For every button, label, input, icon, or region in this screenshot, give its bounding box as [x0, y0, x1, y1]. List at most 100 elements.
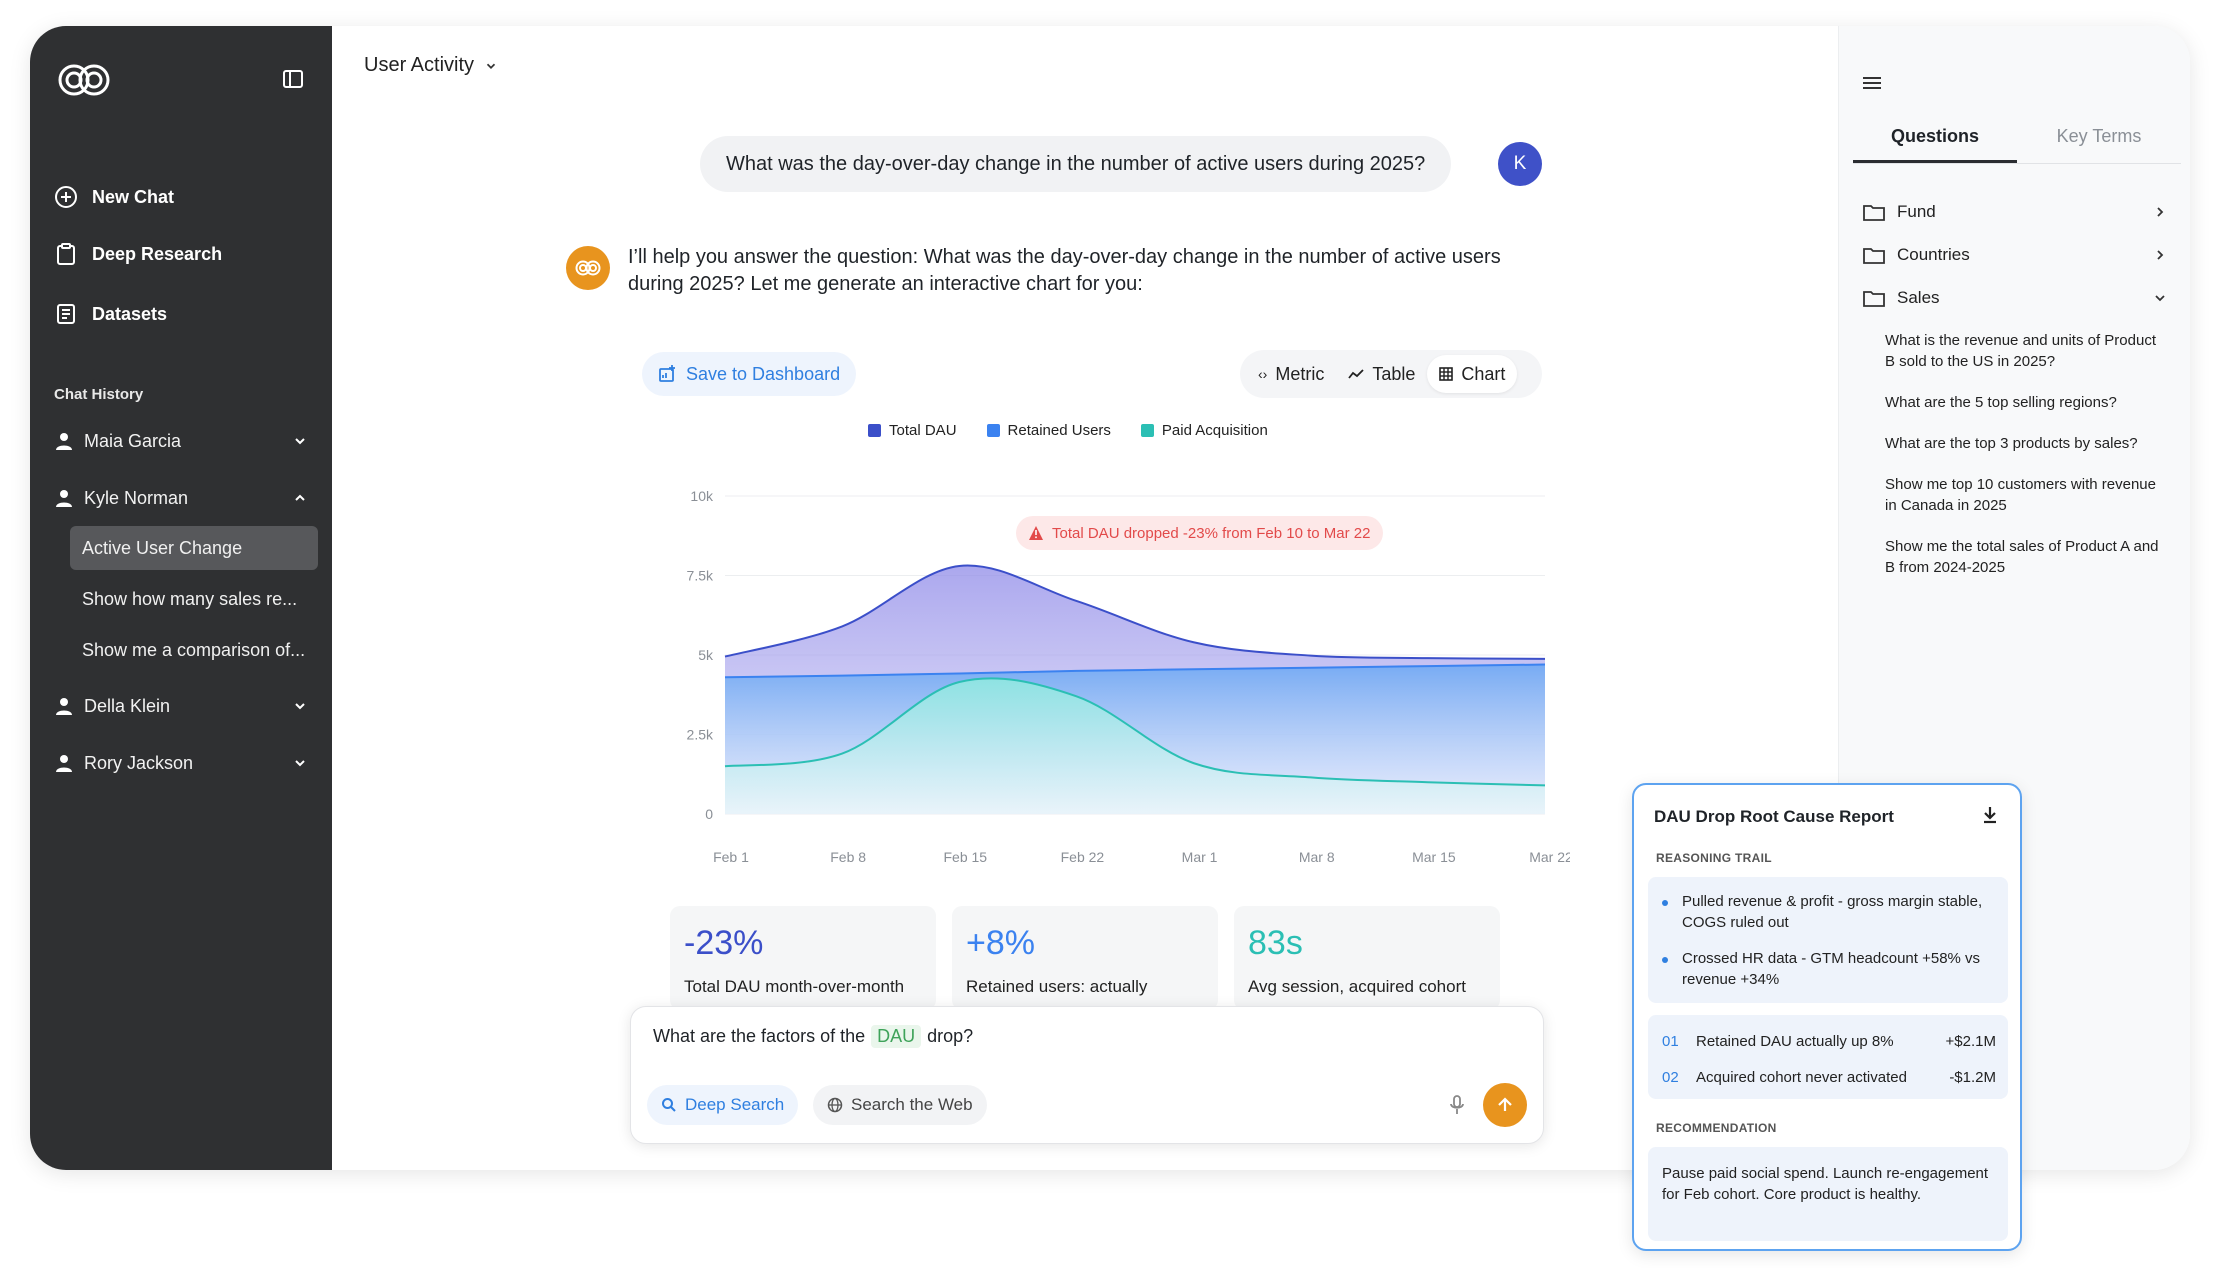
reasoning-item: Crossed HR data - GTM headcount +58% vs …	[1662, 948, 1988, 990]
person-icon	[56, 433, 72, 450]
view-metric-button[interactable]: ‹› Metric	[1246, 355, 1336, 393]
send-button[interactable]	[1483, 1083, 1527, 1127]
sidebar-toggle-icon[interactable]	[282, 68, 304, 90]
chevron-right-icon	[2157, 207, 2164, 217]
x-tick-label: Mar 8	[1299, 849, 1335, 865]
globe-icon	[827, 1097, 843, 1113]
chevron-right-icon	[2157, 250, 2164, 260]
finding-number: 01	[1662, 1033, 1679, 1050]
pill-label: Deep Search	[685, 1095, 785, 1114]
person-icon	[56, 490, 72, 507]
view-chart-button[interactable]: Chart	[1427, 355, 1518, 393]
legend-item-paid-acquisition[interactable]: Paid Acquisition	[1140, 422, 1268, 439]
history-user-rory[interactable]: Rory Jackson	[54, 746, 308, 780]
nav-datasets[interactable]: Datasets	[54, 297, 167, 331]
chat-input-box[interactable]: What are the factors of the DAU drop? De…	[630, 1006, 1544, 1144]
x-tick-label: Feb 15	[943, 849, 987, 865]
y-tick-label: 10k	[690, 488, 714, 504]
recommendation-title: RECOMMENDATION	[1656, 1121, 1777, 1135]
root-cause-report-card: DAU Drop Root Cause Report REASONING TRA…	[1632, 783, 2022, 1251]
assistant-message: I’ll help you answer the question: What …	[628, 246, 1501, 295]
history-user-della[interactable]: Della Klein	[54, 689, 308, 723]
folder-countries[interactable]: Countries	[1863, 241, 2167, 269]
user-name: Rory Jackson	[84, 752, 194, 773]
search-web-button[interactable]: Search the Web	[813, 1085, 987, 1125]
history-chat-sales[interactable]: Show how many sales re...	[70, 577, 318, 621]
deep-search-button[interactable]: Deep Search	[647, 1085, 799, 1125]
input-highlight-term: DAU	[871, 1025, 922, 1048]
finding-text: Acquired cohort never activated	[1696, 1069, 1907, 1086]
assistant-avatar-icon	[566, 246, 610, 290]
history-chat-active-user-change[interactable]: Active User Change	[70, 526, 318, 570]
user-message: What was the day-over-day change in the …	[700, 136, 1452, 192]
reasoning-box: Pulled revenue & profit - gross margin s…	[1648, 877, 2008, 1003]
history-chat-comparison[interactable]: Show me a comparison of...	[70, 628, 318, 672]
nav-label: Deep Research	[92, 243, 223, 264]
question-item[interactable]: Show me top 10 customers with revenue in…	[1885, 474, 2165, 516]
folder-icon	[1863, 291, 1885, 307]
code-icon: ‹›	[1258, 366, 1268, 382]
x-tick-label: Mar 1	[1182, 849, 1218, 865]
pill-label: Search the Web	[851, 1095, 973, 1114]
metric-card-retained[interactable]: +8% Retained users: actually	[952, 906, 1218, 1010]
microphone-icon[interactable]	[1445, 1093, 1469, 1117]
legend-item-retained-users[interactable]: Retained Users	[986, 422, 1111, 439]
logo-icon[interactable]	[54, 60, 114, 100]
x-tick-label: Feb 1	[713, 849, 749, 865]
tab-key-terms[interactable]: Key Terms	[2017, 120, 2181, 163]
folder-label: Sales	[1897, 288, 1940, 307]
y-tick-label: 7.5k	[687, 568, 714, 584]
person-icon	[56, 755, 72, 772]
tab-questions[interactable]: Questions	[1853, 120, 2017, 163]
question-item[interactable]: What is the revenue and units of Product…	[1885, 330, 2165, 372]
metric-value: 83s	[1248, 924, 1303, 962]
question-item[interactable]: What are the top 3 products by sales?	[1885, 433, 2165, 454]
input-text: What are the factors of the	[653, 1026, 866, 1046]
folder-icon	[1863, 205, 1885, 221]
metric-label: Avg session, acquired cohort	[1248, 977, 1466, 996]
nav-new-chat[interactable]: New Chat	[54, 180, 174, 214]
save-to-dashboard-button[interactable]: Save to Dashboard	[642, 352, 857, 396]
question-item[interactable]: Show me the total sales of Product A and…	[1885, 536, 2165, 578]
legend-label: Retained Users	[1007, 422, 1111, 439]
user-name: Maia Garcia	[84, 430, 182, 451]
sidebar: New Chat Deep Research Datasets Chat His…	[30, 26, 332, 1170]
report-title: DAU Drop Root Cause Report	[1654, 807, 1894, 826]
right-panel-tabs: Questions Key Terms	[1853, 120, 2181, 164]
x-tick-label: Feb 22	[1061, 849, 1105, 865]
clipboard-icon	[57, 243, 75, 265]
history-user-maia[interactable]: Maia Garcia	[54, 424, 308, 458]
metric-label: Total DAU month-over-month	[684, 977, 905, 996]
finding-amount: -$1.2M	[1949, 1069, 1996, 1086]
alert-badge: Total DAU dropped -23% from Feb 10 to Ma…	[1016, 516, 1383, 550]
reasoning-trail-title: REASONING TRAIL	[1656, 851, 1772, 865]
person-icon	[56, 698, 72, 715]
chevron-down-icon	[295, 703, 305, 710]
menu-icon[interactable]	[1861, 72, 1883, 94]
user-name: Della Klein	[84, 695, 171, 716]
history-user-kyle[interactable]: Kyle Norman	[54, 481, 308, 515]
download-icon[interactable]	[1980, 805, 2000, 825]
nav-deep-research[interactable]: Deep Research	[54, 237, 222, 271]
chat-history-title: Chat History	[54, 386, 144, 403]
recommendation-text: Pause paid social spend. Launch re-engag…	[1662, 1165, 1989, 1203]
findings-box: 01 Retained DAU actually up 8% +$2.1M 02…	[1648, 1015, 2008, 1099]
folder-sales[interactable]: Sales	[1863, 284, 2167, 312]
arrow-up-icon	[1498, 1097, 1512, 1111]
question-item[interactable]: What are the 5 top selling regions?	[1885, 392, 2165, 413]
legend-item-total-dau[interactable]: Total DAU	[868, 422, 957, 439]
chevron-down-icon	[295, 438, 305, 445]
folder-fund[interactable]: Fund	[1863, 198, 2167, 226]
metric-card-session[interactable]: 83s Avg session, acquired cohort	[1234, 906, 1500, 1010]
finding-number: 02	[1662, 1069, 1679, 1086]
page-title-dropdown[interactable]: User Activity	[364, 54, 498, 77]
metric-value: -23%	[684, 924, 764, 962]
chat-input[interactable]: What are the factors of the DAU drop?	[653, 1025, 973, 1048]
chevron-down-icon	[486, 63, 496, 69]
grid-icon	[1439, 367, 1454, 381]
view-table-button[interactable]: Table	[1336, 355, 1427, 393]
y-tick-label: 5k	[698, 647, 714, 663]
folder-label: Fund	[1897, 202, 1936, 221]
metric-card-dau[interactable]: -23% Total DAU month-over-month	[670, 906, 936, 1010]
avatar[interactable]: K	[1498, 142, 1542, 186]
